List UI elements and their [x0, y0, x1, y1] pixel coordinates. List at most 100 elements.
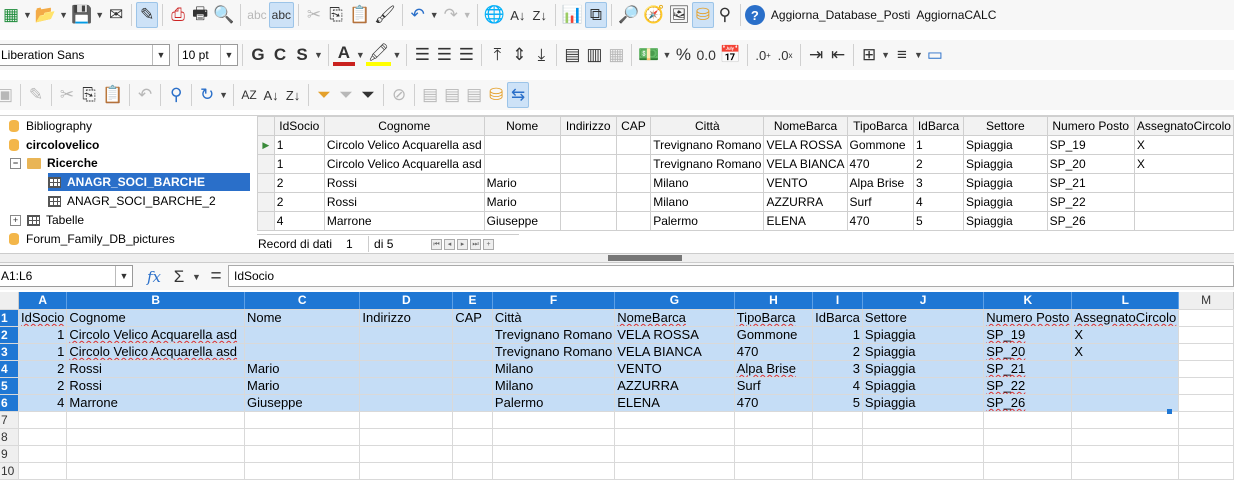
cell[interactable]: X — [1071, 343, 1180, 361]
column-header[interactable]: IdSocio — [273, 116, 325, 136]
data-source-current-icon[interactable]: ⛁ — [485, 82, 507, 108]
column-letter-c[interactable]: C — [244, 292, 361, 310]
row-selector[interactable] — [257, 211, 275, 231]
new-document-icon[interactable]: ▦ — [0, 2, 22, 28]
select-all-corner[interactable] — [0, 292, 20, 310]
column-letter-j[interactable]: J — [862, 292, 985, 310]
splitter-grip[interactable] — [608, 255, 682, 261]
last-record-icon[interactable]: ⏭ — [470, 238, 482, 250]
search-icon[interactable]: ⚲ — [714, 2, 736, 28]
cell[interactable]: Trevignano Romano — [492, 343, 616, 361]
row-number[interactable]: 6 — [0, 394, 20, 412]
align-center-icon[interactable]: ☰ — [433, 42, 455, 68]
refresh-icon[interactable]: ↻ — [196, 82, 218, 108]
font-color-icon[interactable]: A — [332, 43, 355, 66]
cell[interactable] — [734, 445, 814, 463]
cell[interactable] — [18, 411, 68, 429]
cell[interactable] — [66, 411, 245, 429]
cell[interactable]: 2 — [812, 343, 863, 361]
table-cell[interactable]: Gommone — [846, 135, 915, 155]
sort-icon[interactable]: AZ — [238, 82, 260, 108]
cell[interactable]: Nome — [244, 309, 361, 327]
chevron-down-icon[interactable]: ▼ — [152, 45, 169, 65]
cell[interactable] — [1178, 309, 1234, 327]
macro-button-aggiorna-database[interactable]: Aggiorna_Database_Posti — [771, 8, 910, 22]
column-letter-m[interactable]: M — [1178, 292, 1234, 310]
cell[interactable] — [359, 428, 454, 446]
underline-dropdown-icon[interactable]: ▼ — [313, 42, 324, 68]
table-cell[interactable]: Spiaggia — [963, 192, 1048, 212]
row-selector[interactable] — [257, 192, 275, 212]
cell[interactable]: SP_26 — [983, 394, 1073, 412]
cell[interactable]: CAP — [452, 309, 493, 327]
column-header[interactable]: NomeBarca — [763, 116, 848, 136]
cell[interactable] — [812, 462, 863, 480]
align-right-icon[interactable]: ☰ — [455, 42, 477, 68]
cell[interactable] — [1178, 360, 1234, 378]
macro-button-aggiorna-calc[interactable]: AggiornaCALC — [916, 8, 996, 22]
cell[interactable]: 1 — [812, 326, 863, 344]
cell[interactable] — [983, 445, 1073, 463]
cell[interactable] — [1071, 394, 1180, 412]
cell[interactable] — [359, 377, 454, 395]
column-header[interactable]: Settore — [963, 116, 1048, 136]
cell[interactable] — [452, 326, 493, 344]
table-cell[interactable]: ELENA — [763, 211, 848, 231]
cell[interactable] — [244, 428, 361, 446]
cell[interactable]: IdBarca — [812, 309, 863, 327]
table-cell[interactable]: VELA BIANCA — [763, 154, 848, 174]
align-top-icon[interactable]: ⤒ — [486, 42, 508, 68]
bold-button[interactable]: G — [247, 42, 269, 68]
table-cell[interactable] — [559, 192, 617, 212]
cell[interactable]: 4 — [18, 394, 68, 412]
cell[interactable]: AZZURRA — [614, 377, 735, 395]
increase-indent-icon[interactable]: ⇥ — [805, 42, 827, 68]
cell[interactable] — [614, 462, 735, 480]
highlight-dropdown-icon[interactable]: ▼ — [391, 42, 402, 68]
cell[interactable]: SP_22 — [983, 377, 1073, 395]
cell[interactable]: Alpa Brise — [734, 360, 814, 378]
record-number-field[interactable]: 1 — [332, 236, 370, 252]
cell[interactable]: Mario — [244, 377, 361, 395]
cell[interactable] — [1071, 377, 1180, 395]
cell[interactable] — [244, 343, 361, 361]
border-style-dropdown-icon[interactable]: ▼ — [913, 42, 924, 68]
table-cell[interactable]: Milano — [650, 192, 765, 212]
apply-filter-icon[interactable]: ⏷ — [335, 82, 357, 108]
table-cell[interactable] — [615, 135, 652, 155]
cell[interactable] — [614, 411, 735, 429]
cell[interactable]: Mario — [244, 360, 361, 378]
cell[interactable]: NomeBarca — [614, 309, 735, 327]
redo-icon[interactable]: ↷ — [440, 2, 462, 28]
undo-icon[interactable]: ↶ — [134, 82, 156, 108]
cell[interactable] — [359, 462, 454, 480]
expand-icon[interactable]: + — [10, 214, 21, 226]
table-cell[interactable]: VENTO — [763, 173, 848, 193]
row-number[interactable]: 4 — [0, 360, 20, 378]
cell[interactable] — [244, 326, 361, 344]
column-header[interactable]: IdBarca — [913, 116, 964, 136]
cell[interactable] — [614, 428, 735, 446]
table-cell[interactable]: SP_20 — [1046, 154, 1135, 174]
table-cell[interactable]: Spiaggia — [963, 173, 1048, 193]
cell[interactable]: Gommone — [734, 326, 814, 344]
table-cell[interactable]: 1 — [913, 135, 964, 155]
cell[interactable]: 1 — [18, 343, 68, 361]
table-cell[interactable]: Circolo Velico Acquarella asd — [323, 135, 485, 155]
cell[interactable] — [452, 394, 493, 412]
tree-item-anagr-soci-barche[interactable]: ANAGR_SOCI_BARCHE — [48, 173, 250, 191]
cell[interactable]: 470 — [734, 343, 814, 361]
copy-icon[interactable]: ⎘ — [325, 2, 347, 28]
chevron-down-icon[interactable]: ▼ — [115, 266, 132, 286]
column-letter-g[interactable]: G — [614, 292, 735, 310]
print-icon[interactable]: 🖶 — [189, 2, 211, 28]
navigator-icon[interactable]: 🧭 — [641, 2, 666, 28]
table-cell[interactable] — [559, 211, 617, 231]
cell[interactable]: Milano — [492, 377, 616, 395]
table-row[interactable]: 1 Circolo Velico Acquarella asd Trevignano… — [257, 154, 1234, 174]
cell[interactable]: Milano — [492, 360, 616, 378]
column-header[interactable]: Città — [650, 116, 765, 136]
cell[interactable]: SP_21 — [983, 360, 1073, 378]
selection-handle[interactable] — [1167, 409, 1172, 414]
cell[interactable] — [66, 428, 245, 446]
